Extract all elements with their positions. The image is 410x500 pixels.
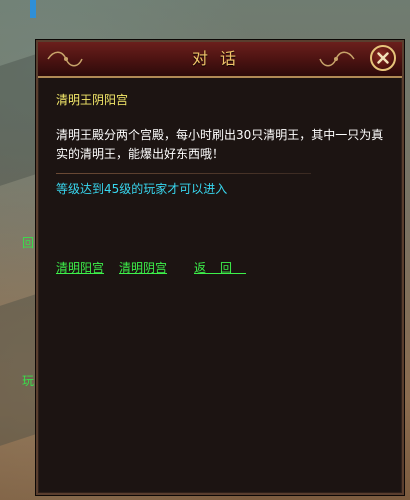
ground-tile [0, 294, 36, 446]
map-marker [30, 0, 36, 18]
dialog-titlebar[interactable]: 对话 [38, 42, 402, 78]
option-yang-palace[interactable]: 清明阳宫 [56, 260, 104, 276]
ground-tile [0, 54, 36, 186]
divider [56, 173, 311, 174]
option-return[interactable]: 返回 [194, 260, 246, 276]
dialog-content: 清明王阴阳宫 清明王殿分两个宫殿，每小时刷出30只清明王，其中一只为真实的清明王… [56, 92, 384, 197]
close-icon [377, 52, 389, 64]
ornament-icon [316, 48, 356, 70]
npc-dialog: 对话 清明王阴阳宫 清明王殿分两个宫殿，每小时刷出30只清明王，其中一只为真实的… [36, 40, 404, 495]
dialog-description: 清明王殿分两个宫殿，每小时刷出30只清明王，其中一只为真实的清明王，能爆出好东西… [56, 128, 384, 161]
option-yin-palace[interactable]: 清明阴宫 [119, 260, 167, 276]
npc-name: 清明王阴阳宫 [56, 93, 129, 107]
background-label: 玩 [22, 374, 35, 388]
close-button[interactable] [370, 45, 396, 71]
background-label: 回 [22, 236, 35, 250]
entry-requirement: 等级达到45级的玩家才可以进入 [56, 182, 228, 196]
